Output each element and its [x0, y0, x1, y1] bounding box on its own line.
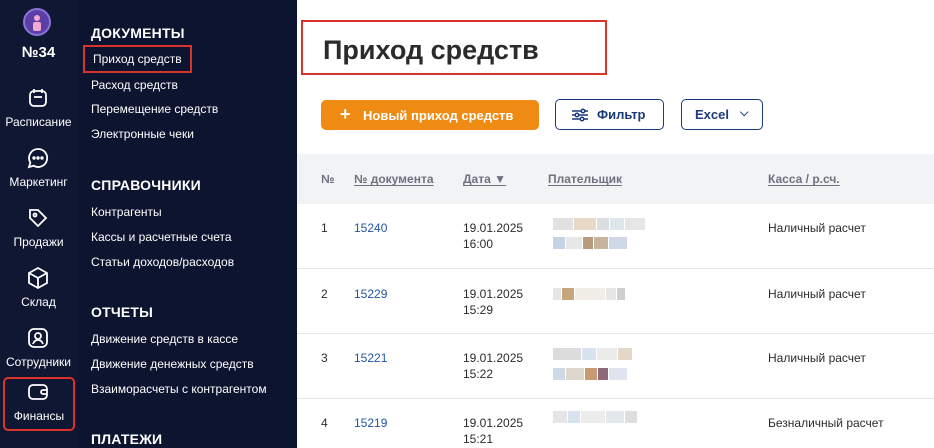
table-row[interactable]: 3 15221 19.01.2025 15:22 Наличный расчет [297, 334, 934, 399]
col-number: № [321, 172, 335, 186]
nav-link-expense[interactable]: Расход средств [91, 78, 178, 92]
table-row[interactable]: 2 15229 19.01.2025 15:29 Наличный расчет [297, 269, 934, 334]
new-income-label: Новый приход средств [363, 108, 514, 123]
nav-link-income[interactable]: Приход средств [83, 45, 192, 73]
rail-item-schedule[interactable]: Расписание [0, 82, 77, 140]
table-header: № № документа Дата ▼ Плательщик Касса / … [297, 154, 934, 204]
nav-link-items[interactable]: Статьи доходов/расходов [91, 255, 234, 269]
row-date: 19.01.2025 [463, 287, 524, 301]
doc-number-link[interactable]: 15229 [354, 286, 387, 302]
calendar-icon [29, 89, 47, 107]
rail-item-label: Сотрудники [6, 355, 71, 369]
nav-link-cash-movement[interactable]: Движение средств в кассе [91, 332, 238, 346]
page-title-frame: Приход средств [301, 20, 607, 75]
sliders-icon [572, 108, 588, 122]
rail-item-sales[interactable]: Продажи [0, 202, 77, 260]
nav-link-money-flow[interactable]: Движение денежных средств [91, 357, 254, 371]
main-content: Приход средств + Новый приход средств Фи… [297, 0, 934, 448]
page-title: Приход средств [323, 35, 539, 65]
row-number: 1 [321, 221, 328, 235]
row-time: 15:29 [463, 303, 494, 317]
nav-section-payments: ПЛАТЕЖИ [91, 431, 163, 447]
col-date[interactable]: Дата ▼ [463, 172, 506, 186]
wallet-icon [28, 384, 48, 400]
rail-item-warehouse[interactable]: Склад [0, 262, 77, 320]
row-number: 4 [321, 416, 328, 430]
rail-item-marketing[interactable]: Маркетинг [0, 142, 77, 200]
chevron-down-icon: ⌵ [740, 107, 749, 119]
rail-item-label: Расписание [5, 115, 72, 129]
nav-link-settlements[interactable]: Взаиморасчеты с контрагентом [91, 382, 267, 396]
row-time: 16:00 [463, 237, 494, 251]
row-time: 15:21 [463, 432, 494, 446]
rail-item-staff[interactable]: Сотрудники [0, 322, 77, 380]
person-icon [28, 328, 48, 348]
rail-item-label: Финансы [13, 409, 65, 423]
payer-redacted [553, 288, 626, 300]
col-payer[interactable]: Плательщик [548, 172, 622, 186]
filter-label: Фильтр [597, 107, 646, 122]
row-time: 15:22 [463, 367, 494, 381]
nav-section-documents: ДОКУМЕНТЫ [91, 25, 185, 41]
row-date: 19.01.2025 [463, 416, 524, 430]
excel-label: Excel [695, 107, 729, 122]
nav-link-transfer[interactable]: Перемещение средств [91, 102, 218, 116]
avatar[interactable] [23, 8, 51, 36]
col-doc-number[interactable]: № документа [354, 172, 434, 186]
row-cash: Наличный расчет [768, 221, 866, 235]
doc-number-link[interactable]: 15219 [354, 415, 387, 431]
icon-rail: №34 Расписание Маркетинг Продажи Склад С… [0, 0, 77, 448]
nav-link-receipts[interactable]: Электронные чеки [91, 127, 194, 141]
row-cash: Безналичный расчет [768, 416, 884, 430]
row-date: 19.01.2025 [463, 351, 524, 365]
tag-icon [29, 209, 48, 228]
table-row[interactable]: 4 15219 19.01.2025 15:21 Безналичный рас… [297, 399, 934, 448]
nav-section-directories: СПРАВОЧНИКИ [91, 177, 201, 193]
payer-redacted [553, 411, 638, 423]
doc-number-link[interactable]: 15221 [354, 350, 387, 366]
row-cash: Наличный расчет [768, 287, 866, 301]
nav-section-reports: ОТЧЕТЫ [91, 304, 154, 320]
new-income-button[interactable]: + Новый приход средств [321, 100, 539, 130]
branch-number: №34 [21, 44, 56, 61]
rail-item-label: Продажи [13, 235, 64, 249]
rail-item-label: Маркетинг [9, 175, 68, 189]
plus-icon: + [340, 104, 351, 124]
rail-item-finance[interactable]: Финансы [2, 376, 76, 432]
doc-number-link[interactable]: 15240 [354, 220, 387, 236]
excel-dropdown[interactable]: Excel ⌵ [681, 99, 763, 130]
payer-redacted [553, 218, 646, 230]
nav-link-cash-accounts[interactable]: Кассы и расчетные счета [91, 230, 232, 244]
filter-button[interactable]: Фильтр [555, 99, 664, 130]
box-icon [28, 266, 48, 290]
payer-redacted [553, 368, 628, 380]
finance-nav: ДОКУМЕНТЫ Приход средств Расход средств … [77, 0, 297, 448]
col-cash[interactable]: Касса / р.сч. [768, 172, 840, 186]
row-number: 2 [321, 287, 328, 301]
nav-link-counterparties[interactable]: Контрагенты [91, 205, 162, 219]
chat-icon [27, 148, 49, 169]
payer-redacted [553, 348, 633, 360]
row-number: 3 [321, 351, 328, 365]
row-date: 19.01.2025 [463, 221, 524, 235]
payer-redacted [553, 237, 628, 249]
row-cash: Наличный расчет [768, 351, 866, 365]
rail-item-label: Склад [21, 295, 56, 309]
table-row[interactable]: 1 15240 19.01.2025 16:00 Наличный расчет [297, 204, 934, 269]
